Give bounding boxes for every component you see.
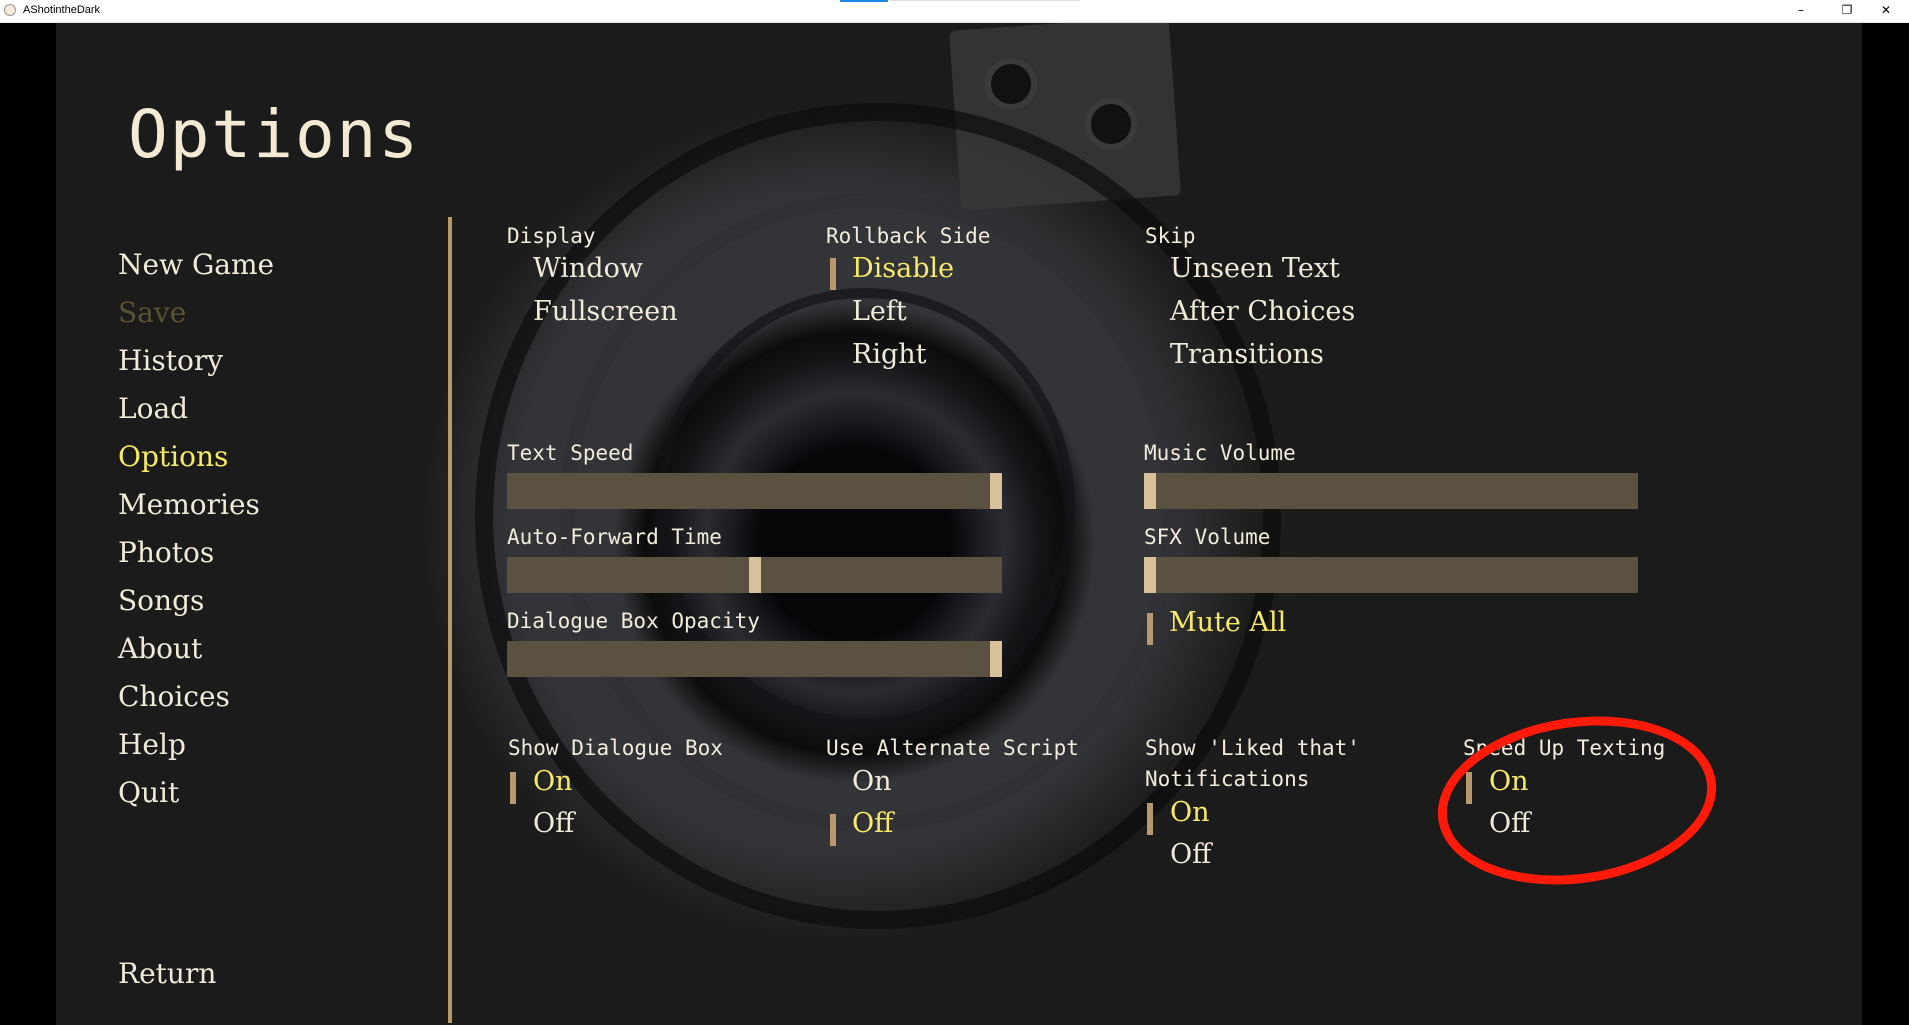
nav-options[interactable]: Options <box>118 440 228 473</box>
lens-screw <box>1085 98 1137 150</box>
alternate-script-selected-indicator <box>830 814 836 846</box>
skip-unseen-text-option[interactable]: Unseen Text <box>1170 253 1340 284</box>
skip-after-choices-option[interactable]: After Choices <box>1170 296 1355 327</box>
dialogue-box-opacity-label: Dialogue Box Opacity <box>507 609 760 633</box>
nav-about[interactable]: About <box>118 632 202 665</box>
liked-notifications-selected-indicator <box>1147 803 1153 835</box>
rollback-disable-option[interactable]: Disable <box>852 253 954 284</box>
page-title: Options <box>128 96 421 173</box>
display-fullscreen-option[interactable]: Fullscreen <box>533 296 678 327</box>
liked-notifications-label-line1: Show 'Liked that' <box>1145 736 1360 760</box>
use-alternate-script-label: Use Alternate Script <box>826 736 1079 760</box>
text-speed-slider-thumb[interactable] <box>990 473 1002 509</box>
auto-forward-time-slider[interactable] <box>507 557 1002 593</box>
dialogue-box-opacity-slider-thumb[interactable] <box>990 641 1002 677</box>
lens-screw <box>985 58 1037 110</box>
nav-quit[interactable]: Quit <box>118 776 179 809</box>
liked-notifications-on-option[interactable]: On <box>1170 797 1210 828</box>
show-dialogue-box-off-option[interactable]: Off <box>533 808 574 839</box>
speed-up-texting-selected-indicator <box>1466 772 1472 804</box>
music-volume-label: Music Volume <box>1144 441 1296 465</box>
nav-history[interactable]: History <box>118 344 223 377</box>
music-volume-slider[interactable] <box>1144 473 1638 509</box>
window-title: AShotintheDark <box>23 4 101 16</box>
nav-songs[interactable]: Songs <box>118 584 204 617</box>
menu-divider <box>448 217 452 1023</box>
rollback-right-option[interactable]: Right <box>852 339 927 370</box>
minimize-button[interactable]: – <box>1778 0 1824 22</box>
text-speed-slider[interactable] <box>507 473 1002 509</box>
dialogue-box-opacity-slider[interactable] <box>507 641 1002 677</box>
music-volume-slider-thumb[interactable] <box>1144 473 1156 509</box>
text-speed-label: Text Speed <box>507 441 634 465</box>
alternate-script-on-option[interactable]: On <box>852 766 892 797</box>
sfx-volume-slider-thumb[interactable] <box>1144 557 1156 593</box>
speed-up-texting-on-option[interactable]: On <box>1489 766 1529 797</box>
nav-choices[interactable]: Choices <box>118 680 230 713</box>
rollback-side-label: Rollback Side <box>826 224 991 248</box>
nav-return[interactable]: Return <box>118 957 216 990</box>
show-dialogue-box-selected-indicator <box>510 772 516 804</box>
display-label: Display <box>507 224 596 248</box>
mute-all-toggle[interactable]: Mute All <box>1169 607 1286 638</box>
titlebar-divider-line <box>890 0 1080 1</box>
alternate-script-off-option[interactable]: Off <box>852 808 893 839</box>
window-titlebar: AShotintheDark – ❐ ✕ <box>0 0 1909 23</box>
sfx-volume-label: SFX Volume <box>1144 525 1271 549</box>
nav-photos[interactable]: Photos <box>118 536 214 569</box>
nav-memories[interactable]: Memories <box>118 488 260 521</box>
auto-forward-time-slider-thumb[interactable] <box>749 557 761 593</box>
game-viewport: Options New Game Save History Load Optio… <box>0 23 1909 1025</box>
liked-notifications-off-option[interactable]: Off <box>1170 839 1211 870</box>
skip-label: Skip <box>1145 224 1196 248</box>
show-dialogue-box-on-option[interactable]: On <box>533 766 573 797</box>
rollback-left-option[interactable]: Left <box>852 296 907 327</box>
skip-transitions-option[interactable]: Transitions <box>1170 339 1324 370</box>
display-window-option[interactable]: Window <box>533 253 643 284</box>
mute-all-selected-indicator <box>1147 613 1153 645</box>
nav-help[interactable]: Help <box>118 728 186 761</box>
close-button[interactable]: ✕ <box>1863 0 1909 22</box>
sfx-volume-slider[interactable] <box>1144 557 1638 593</box>
speed-up-texting-off-option[interactable]: Off <box>1489 808 1530 839</box>
nav-new-game[interactable]: New Game <box>118 248 274 281</box>
nav-save: Save <box>118 296 187 329</box>
rollback-selected-indicator <box>830 258 836 290</box>
camera-lens-plate <box>948 23 1182 211</box>
taskbar-progress-indicator <box>840 0 888 2</box>
speed-up-texting-label: Speed Up Texting <box>1463 736 1666 760</box>
auto-forward-time-label: Auto-Forward Time <box>507 525 722 549</box>
liked-notifications-label-line2: Notifications <box>1145 767 1310 791</box>
nav-load[interactable]: Load <box>118 392 188 425</box>
app-icon <box>4 4 16 16</box>
show-dialogue-box-label: Show Dialogue Box <box>508 736 723 760</box>
